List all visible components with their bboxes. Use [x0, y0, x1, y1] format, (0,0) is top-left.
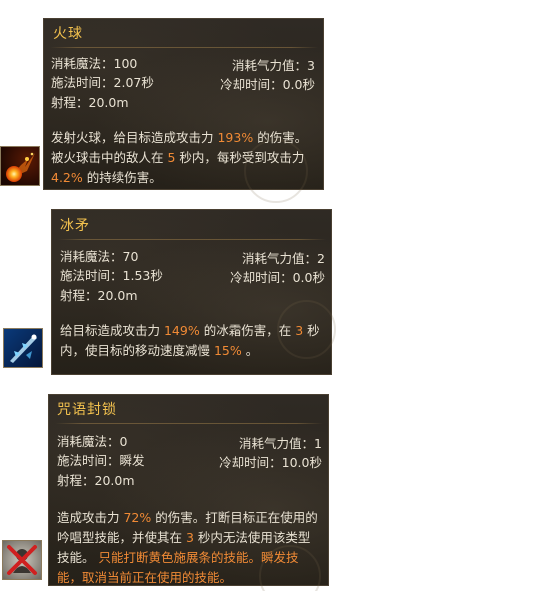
cast-time-label: 施法时间：: [51, 75, 114, 90]
cooldown: 冷却时间：0.0秒: [220, 75, 315, 95]
skill-tooltips-stage: 火球 消耗魔法：100 消耗气力值：3 施法时间：2.07秒 冷却时间：0.0秒…: [0, 0, 550, 591]
highlight-value: 3: [295, 323, 304, 338]
skill-tooltip-fireball: 火球 消耗魔法：100 消耗气力值：3 施法时间：2.07秒 冷却时间：0.0秒…: [43, 18, 324, 203]
qi-cost: 消耗气力值：2: [242, 249, 325, 269]
cast-time-value: 2.07秒: [113, 75, 154, 90]
range-value: 20.0m: [97, 288, 138, 303]
description-text: 发射火球，给目标造成攻击力: [51, 130, 218, 145]
highlight-value: 15%: [213, 343, 242, 358]
skill-description: 给目标造成攻击力 149% 的冰霜伤害，在 3 秒内，使目标的移动速度减慢 15…: [60, 321, 322, 361]
cast-time-label: 施法时间：: [57, 453, 120, 468]
fireball-icon[interactable]: [0, 146, 40, 186]
ice-spear-icon[interactable]: [3, 328, 43, 368]
description-text: 给目标造成攻击力: [60, 323, 164, 338]
mana-cost-label: 消耗魔法：: [60, 249, 123, 264]
cooldown-value: 0.0秒: [292, 270, 325, 285]
range: 射程：20.0m: [51, 93, 129, 113]
highlight-value: 193%: [217, 130, 254, 145]
skill-name: 火球: [53, 26, 83, 42]
qi-cost: 消耗气力值：3: [232, 56, 315, 76]
description-text: 造成攻击力: [57, 510, 124, 525]
mana-cost-label: 消耗魔法：: [51, 56, 114, 71]
qi-cost-value: 3: [307, 58, 315, 73]
highlight-value: 72%: [123, 510, 152, 525]
mana-cost: 消耗魔法：70: [60, 247, 138, 267]
skill-description: 造成攻击力 72% 的伤害。打断目标正在使用的吟唱型技能，并使其在 3 秒内无法…: [57, 508, 319, 588]
range: 射程：20.0m: [60, 286, 138, 306]
range-label: 射程：: [60, 288, 98, 303]
skill-description: 发射火球，给目标造成攻击力 193% 的伤害。被火球击中的敌人在 5 秒内，每秒…: [51, 128, 313, 188]
qi-cost: 消耗气力值：1: [239, 434, 322, 454]
cooldown-label: 冷却时间：: [219, 455, 282, 470]
highlight-value: 4.2%: [51, 170, 83, 185]
mana-cost: 消耗魔法：100: [51, 54, 137, 74]
cast-time-value: 1.53秒: [122, 268, 163, 283]
title-divider: [50, 47, 318, 48]
mana-cost-value: 70: [122, 249, 139, 264]
description-text: 。: [241, 343, 259, 358]
description-text: 的持续伤害。: [82, 170, 162, 185]
skill-name: 冰矛: [60, 218, 90, 234]
highlight-value: 3: [185, 530, 194, 545]
cooldown-label: 冷却时间：: [220, 77, 283, 92]
skill-name: 咒语封锁: [57, 402, 117, 418]
cooldown-value: 10.0秒: [281, 455, 322, 470]
title-divider: [58, 239, 326, 240]
qi-cost-label: 消耗气力值：: [239, 436, 315, 451]
cooldown-value: 0.0秒: [282, 77, 315, 92]
description-text: 秒内，每秒受到攻击力: [175, 150, 305, 165]
cast-time-value: 瞬发: [119, 453, 145, 468]
qi-cost-value: 2: [317, 251, 325, 266]
range-value: 20.0m: [88, 95, 129, 110]
title-divider: [55, 423, 323, 424]
range-label: 射程：: [51, 95, 89, 110]
cooldown-label: 冷却时间：: [230, 270, 293, 285]
cast-time-label: 施法时间：: [60, 268, 123, 283]
description-text: 的冰霜伤害，在: [199, 323, 296, 338]
mana-cost-value: 100: [113, 56, 138, 71]
qi-cost-label: 消耗气力值：: [232, 58, 308, 73]
range-value: 20.0m: [94, 473, 135, 488]
range-label: 射程：: [57, 473, 95, 488]
mana-cost-label: 消耗魔法：: [57, 434, 120, 449]
skill-tooltip-spell-lock: 咒语封锁 消耗魔法：0 消耗气力值：1 施法时间：瞬发 冷却时间：10.0秒 射…: [48, 394, 329, 591]
mana-cost-value: 0: [119, 434, 128, 449]
mana-cost: 消耗魔法：0: [57, 432, 127, 452]
qi-cost-label: 消耗气力值：: [242, 251, 318, 266]
cooldown: 冷却时间：0.0秒: [230, 268, 325, 288]
cast-time: 施法时间：瞬发: [57, 451, 145, 471]
cast-time: 施法时间：1.53秒: [60, 266, 163, 286]
range: 射程：20.0m: [57, 471, 135, 491]
cooldown: 冷却时间：10.0秒: [219, 453, 322, 473]
skill-tooltip-ice-spear: 冰矛 消耗魔法：70 消耗气力值：2 施法时间：1.53秒 冷却时间：0.0秒 …: [51, 209, 336, 375]
highlight-value: 149%: [163, 323, 200, 338]
cast-time: 施法时间：2.07秒: [51, 73, 154, 93]
qi-cost-value: 1: [314, 436, 322, 451]
spell-lock-icon[interactable]: [2, 540, 42, 580]
